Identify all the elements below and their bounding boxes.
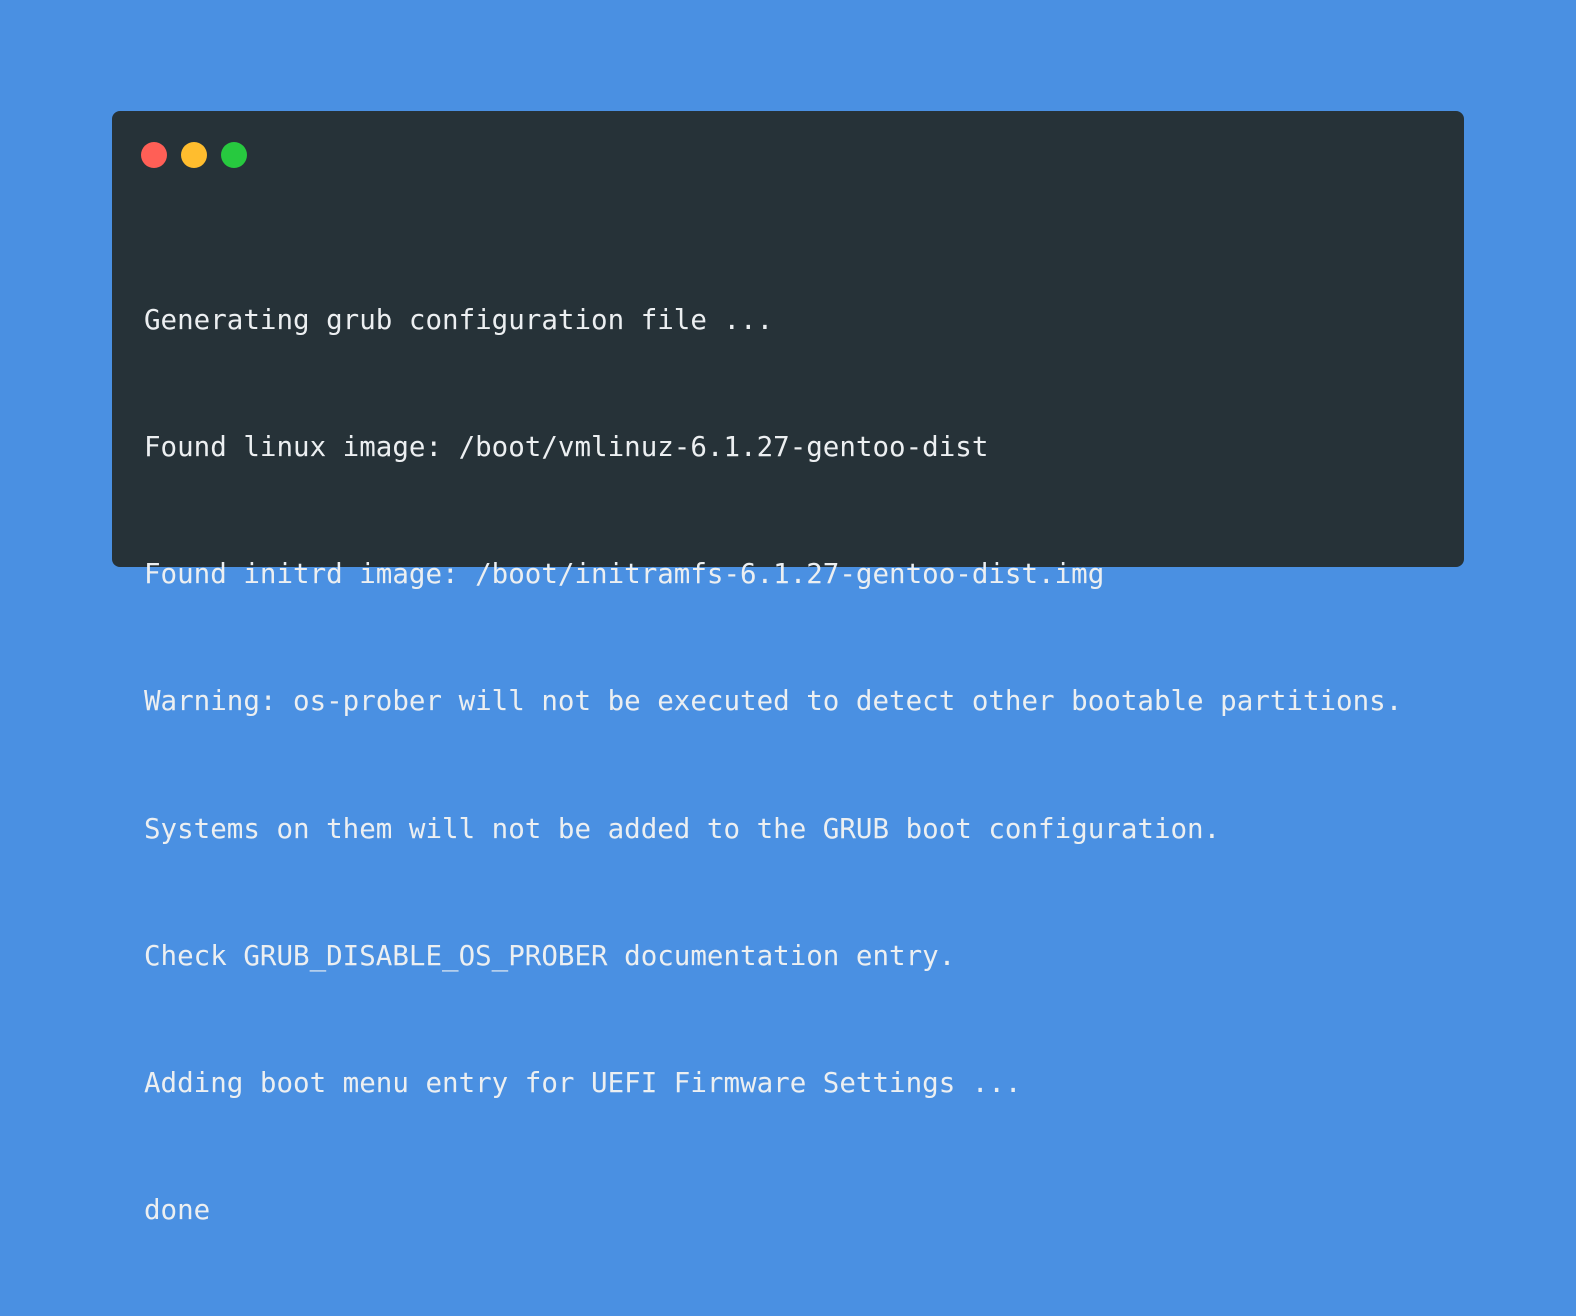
output-line: Adding boot menu entry for UEFI Firmware…	[144, 1067, 1022, 1100]
output-line: Check GRUB_DISABLE_OS_PROBER documentati…	[144, 939, 956, 972]
output-line: done	[144, 1194, 211, 1227]
window-controls	[141, 142, 247, 168]
output-line: Found linux image: /boot/vmlinuz-6.1.27-…	[144, 431, 989, 464]
close-button[interactable]	[141, 142, 167, 168]
terminal-window: Generating grub configuration file ... F…	[112, 111, 1464, 1226]
minimize-button[interactable]	[181, 142, 207, 168]
output-line: Warning: os-prober will not be executed …	[144, 685, 1403, 718]
output-line: Systems on them will not be added to the…	[144, 812, 1221, 845]
output-line: Found initrd image: /boot/initramfs-6.1.…	[144, 558, 1105, 591]
output-line: Generating grub configuration file ...	[144, 303, 774, 336]
terminal-output: Generating grub configuration file ... F…	[144, 214, 1402, 1316]
maximize-button[interactable]	[221, 142, 247, 168]
